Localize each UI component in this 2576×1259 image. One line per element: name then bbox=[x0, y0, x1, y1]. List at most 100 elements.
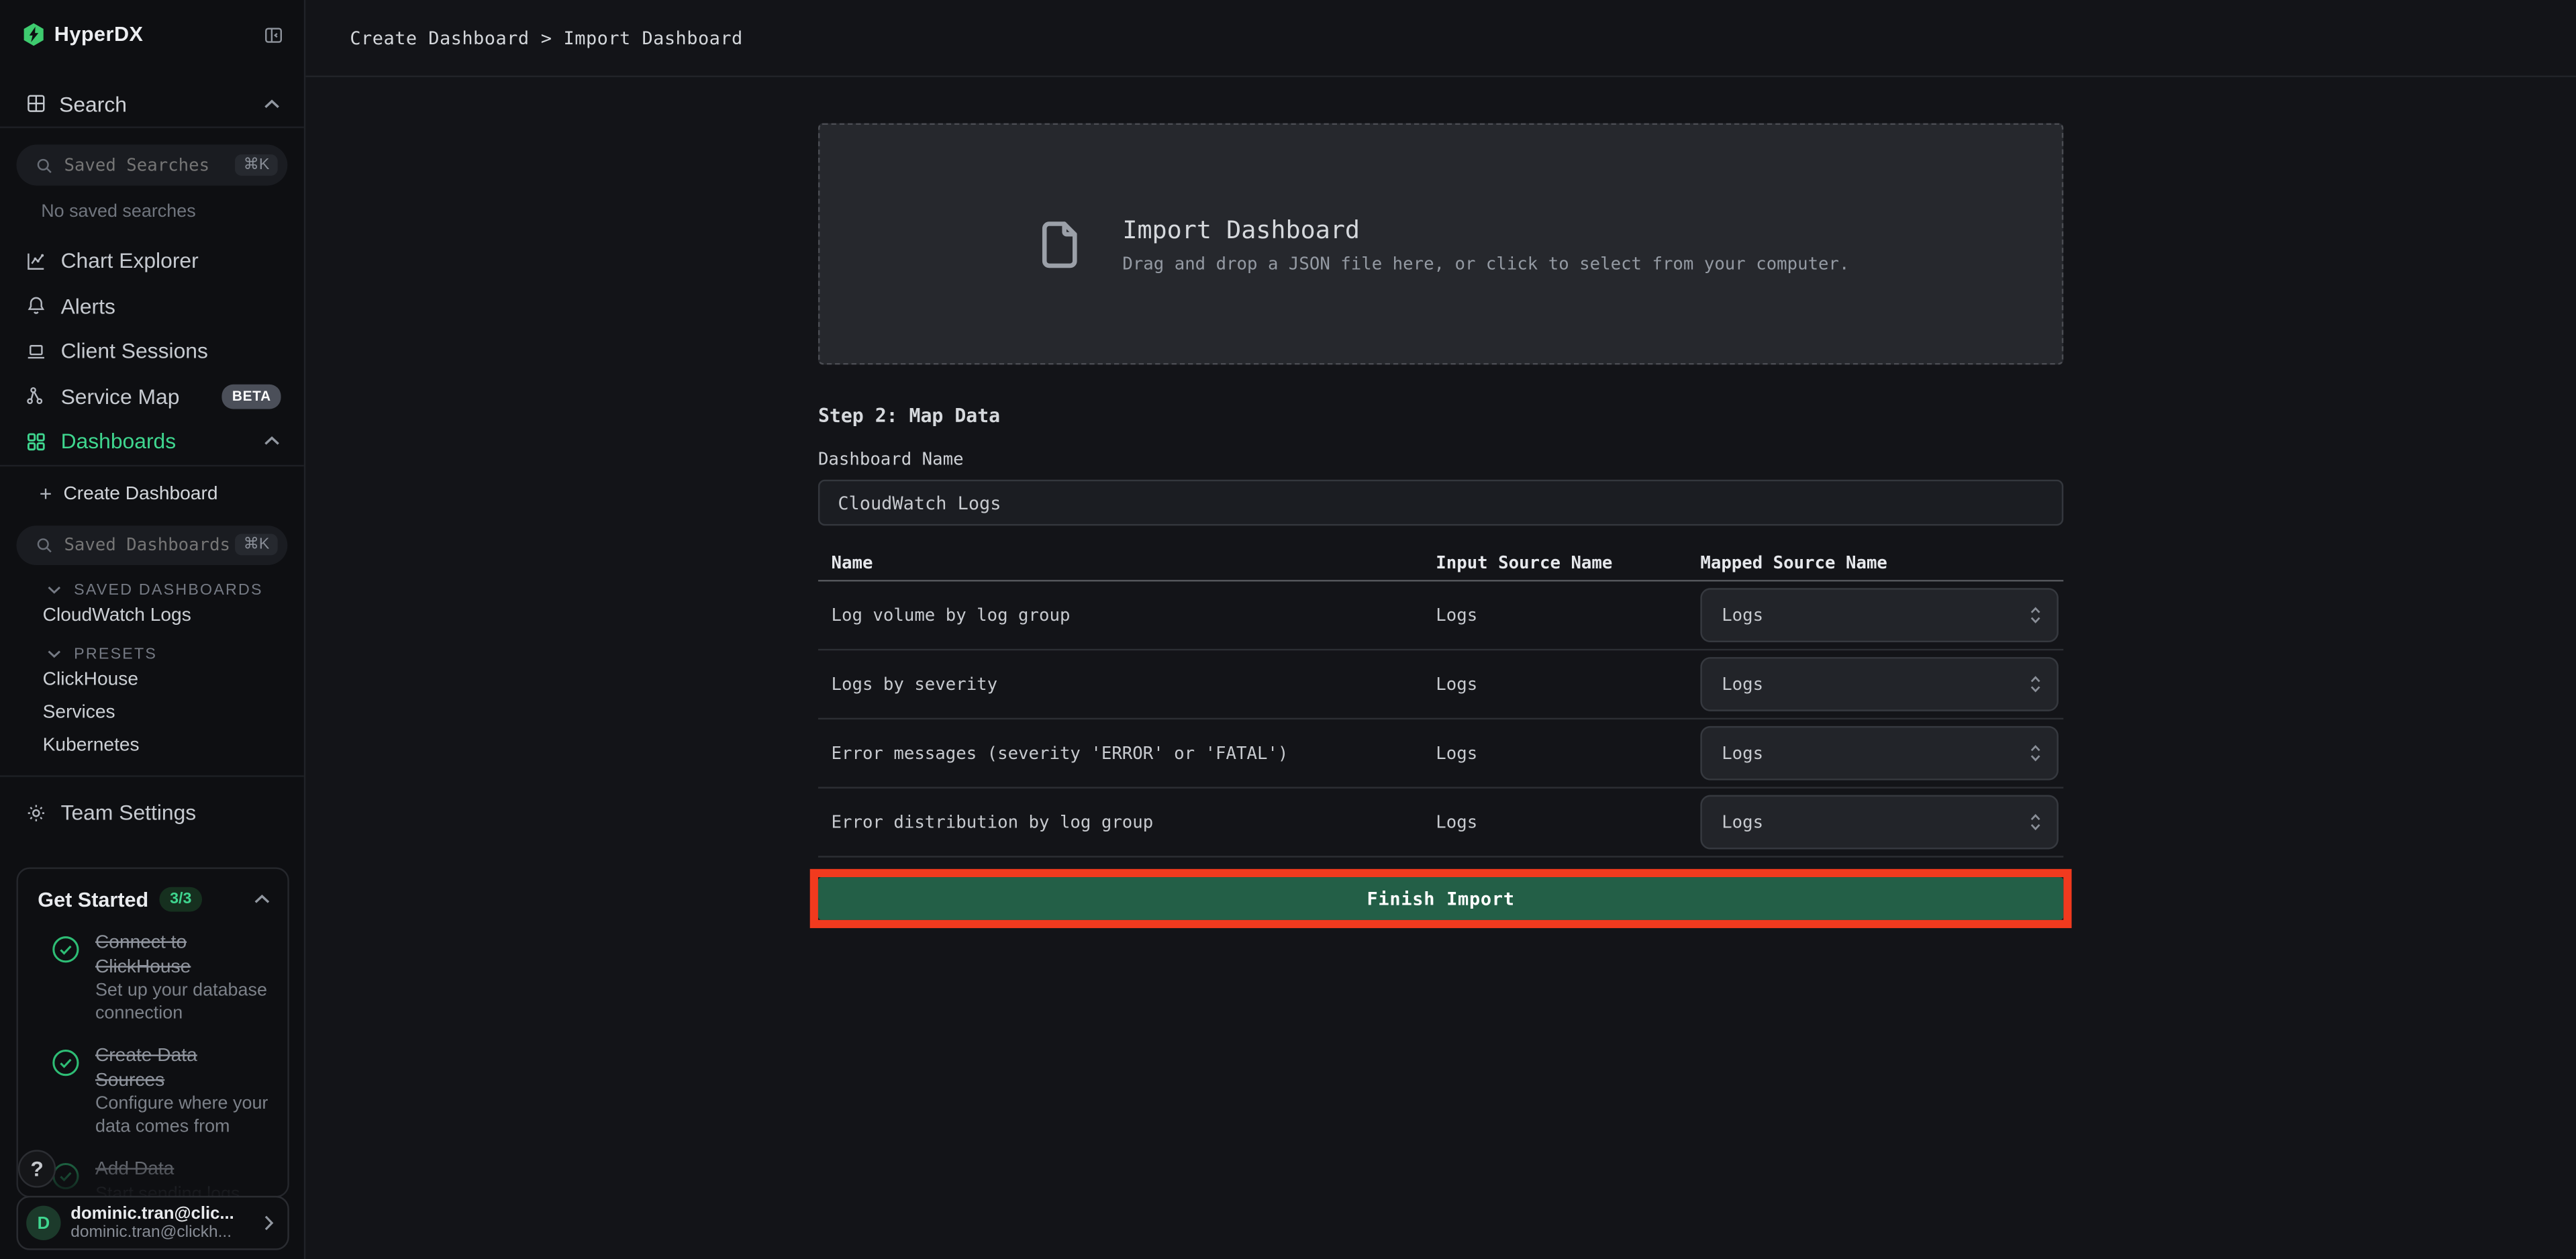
row-input-source: Logs bbox=[1436, 744, 1690, 763]
chart-explorer-icon bbox=[25, 249, 50, 272]
search-section-icon bbox=[25, 92, 48, 115]
row-input-source: Logs bbox=[1436, 812, 1690, 832]
row-input-source: Logs bbox=[1436, 674, 1690, 694]
sidebar-item-dashboards[interactable]: Dashboards bbox=[0, 419, 304, 464]
selected-source-value: Logs bbox=[1722, 674, 2029, 694]
select-chevrons-icon bbox=[2029, 742, 2042, 764]
bell-icon bbox=[25, 295, 50, 317]
saved-searches-input[interactable] bbox=[64, 155, 235, 174]
table-row: Error messages (severity 'ERROR' or 'FAT… bbox=[818, 719, 2063, 789]
nav-label: Client Sessions bbox=[61, 339, 208, 364]
sidebar-item-team-settings[interactable]: Team Settings bbox=[0, 789, 304, 836]
step-label: Step 2: Map Data bbox=[818, 404, 2063, 427]
divider bbox=[0, 774, 304, 776]
sidebar-preset-item[interactable]: Kubernetes bbox=[0, 729, 304, 762]
get-started-item-add-data[interactable]: Add Data Start sending logs, metrics, or… bbox=[38, 1159, 271, 1198]
mapping-table: Name Input Source Name Mapped Source Nam… bbox=[818, 546, 2063, 858]
get-started-item-connect[interactable]: Connect to ClickHouse Set up your databa… bbox=[38, 932, 271, 1026]
help-button[interactable]: ? bbox=[18, 1150, 56, 1187]
presets-section-header[interactable]: PRESETS bbox=[46, 645, 304, 663]
file-icon bbox=[1032, 216, 1088, 272]
table-row: Logs by severity Logs Logs bbox=[818, 650, 2063, 719]
sidebar: HyperDX Search bbox=[0, 0, 305, 1259]
sidebar-nav: Chart Explorer Alerts Client Sessions bbox=[0, 238, 304, 464]
dropzone-subtitle: Drag and drop a JSON file here, or click… bbox=[1122, 254, 1849, 273]
divider bbox=[0, 126, 304, 128]
finish-import-button[interactable]: Finish Import bbox=[818, 877, 2063, 920]
sidebar-item-alerts[interactable]: Alerts bbox=[0, 283, 304, 328]
create-dashboard-label: Create Dashboard bbox=[63, 484, 217, 503]
select-chevrons-icon bbox=[2029, 811, 2042, 833]
mapped-source-select[interactable]: Logs bbox=[1700, 726, 2059, 780]
row-input-source: Logs bbox=[1436, 605, 1690, 625]
get-started-item-subtitle: Set up your database connection bbox=[95, 981, 271, 1025]
select-chevrons-icon bbox=[2029, 605, 2042, 626]
sidebar-item-client-sessions[interactable]: Client Sessions bbox=[0, 329, 304, 374]
sidebar-item-chart-explorer[interactable]: Chart Explorer bbox=[0, 238, 304, 283]
select-chevrons-icon bbox=[2029, 674, 2042, 695]
get-started-panel: Get Started 3/3 Connect to ClickHouse Se… bbox=[16, 867, 289, 1197]
table-body: Log volume by log group Logs Logs bbox=[818, 581, 2063, 857]
search-section-label: Search bbox=[59, 91, 127, 116]
dropzone-title: Import Dashboard bbox=[1122, 214, 1849, 244]
mapped-source-select[interactable]: Logs bbox=[1700, 657, 2059, 711]
saved-searches-search[interactable]: ⌘K bbox=[16, 144, 287, 185]
sidebar-collapse-icon[interactable] bbox=[263, 23, 285, 45]
column-header-input-source: Input Source Name bbox=[1436, 553, 1690, 572]
breadcrumb-separator: > bbox=[541, 27, 552, 48]
saved-dashboards-section-header[interactable]: SAVED DASHBOARDS bbox=[46, 581, 304, 599]
sidebar-item-search[interactable]: Search bbox=[0, 81, 304, 127]
no-saved-searches-note: No saved searches bbox=[41, 202, 304, 221]
selected-source-value: Logs bbox=[1722, 744, 2029, 763]
search-icon bbox=[34, 535, 54, 554]
user-menu[interactable]: D dominic.tran@clic... dominic.tran@clic… bbox=[16, 1196, 289, 1250]
divider bbox=[0, 464, 304, 465]
get-started-title: Get Started bbox=[38, 888, 148, 911]
row-chart-name: Log volume by log group bbox=[818, 605, 1436, 625]
column-header-mapped-source: Mapped Source Name bbox=[1691, 553, 2064, 572]
nav-label: Dashboards bbox=[61, 429, 177, 454]
get-started-item-subtitle: Configure where your data comes from bbox=[95, 1095, 271, 1139]
get-started-item-title: Connect to ClickHouse bbox=[95, 932, 271, 980]
breadcrumb-create-dashboard[interactable]: Create Dashboard bbox=[350, 27, 529, 48]
hyperdx-app: HyperDX Search bbox=[0, 0, 2576, 1259]
sidebar-preset-item[interactable]: Services bbox=[0, 696, 304, 729]
user-name: dominic.tran@clic... bbox=[70, 1203, 234, 1223]
question-mark-icon: ? bbox=[30, 1156, 43, 1181]
section-title: SAVED DASHBOARDS bbox=[74, 581, 263, 599]
dashboard-name-label: Dashboard Name bbox=[818, 450, 2063, 470]
section-title: PRESETS bbox=[74, 645, 157, 663]
saved-dashboards-input[interactable] bbox=[64, 535, 235, 554]
team-settings-label: Team Settings bbox=[61, 800, 197, 825]
get-started-item-sources[interactable]: Create Data Sources Configure where your… bbox=[38, 1046, 271, 1140]
topbar: Create Dashboard > Import Dashboard bbox=[305, 0, 2576, 77]
plus-icon: + bbox=[40, 483, 52, 505]
get-started-progress-badge: 3/3 bbox=[160, 887, 201, 913]
annotation-highlight-box: Finish Import bbox=[810, 869, 2072, 928]
column-header-name: Name bbox=[818, 553, 1436, 572]
row-chart-name: Error messages (severity 'ERROR' or 'FAT… bbox=[818, 744, 1436, 763]
table-row: Error distribution by log group Logs Log… bbox=[818, 789, 2063, 858]
nav-label: Chart Explorer bbox=[61, 248, 199, 273]
hyperdx-logo-icon bbox=[21, 21, 46, 48]
sidebar-preset-item[interactable]: ClickHouse bbox=[0, 663, 304, 696]
chevron-up-icon[interactable] bbox=[253, 894, 271, 905]
chevron-up-icon[interactable] bbox=[263, 436, 281, 447]
mapped-source-select[interactable]: Logs bbox=[1700, 795, 2059, 850]
selected-source-value: Logs bbox=[1722, 605, 2029, 625]
saved-dashboards-search[interactable]: ⌘K bbox=[16, 525, 287, 564]
dashboard-name-input[interactable] bbox=[818, 480, 2063, 526]
sidebar-saved-dashboard-item[interactable]: CloudWatch Logs bbox=[0, 599, 304, 632]
check-circle-icon bbox=[51, 1049, 81, 1078]
chevron-up-icon[interactable] bbox=[263, 98, 281, 109]
table-header: Name Input Source Name Mapped Source Nam… bbox=[818, 546, 2063, 582]
nav-label: Alerts bbox=[61, 294, 115, 319]
gear-icon bbox=[25, 801, 50, 823]
sidebar-item-service-map[interactable]: Service Map BETA bbox=[0, 374, 304, 419]
create-dashboard-button[interactable]: + Create Dashboard bbox=[0, 472, 304, 515]
breadcrumb-import-dashboard: Import Dashboard bbox=[564, 27, 743, 48]
get-started-item-title: Create Data Sources bbox=[95, 1046, 271, 1093]
mapped-source-select[interactable]: Logs bbox=[1700, 588, 2059, 642]
import-dropzone[interactable]: Import Dashboard Drag and drop a JSON fi… bbox=[818, 123, 2063, 365]
check-circle-icon bbox=[51, 936, 81, 965]
